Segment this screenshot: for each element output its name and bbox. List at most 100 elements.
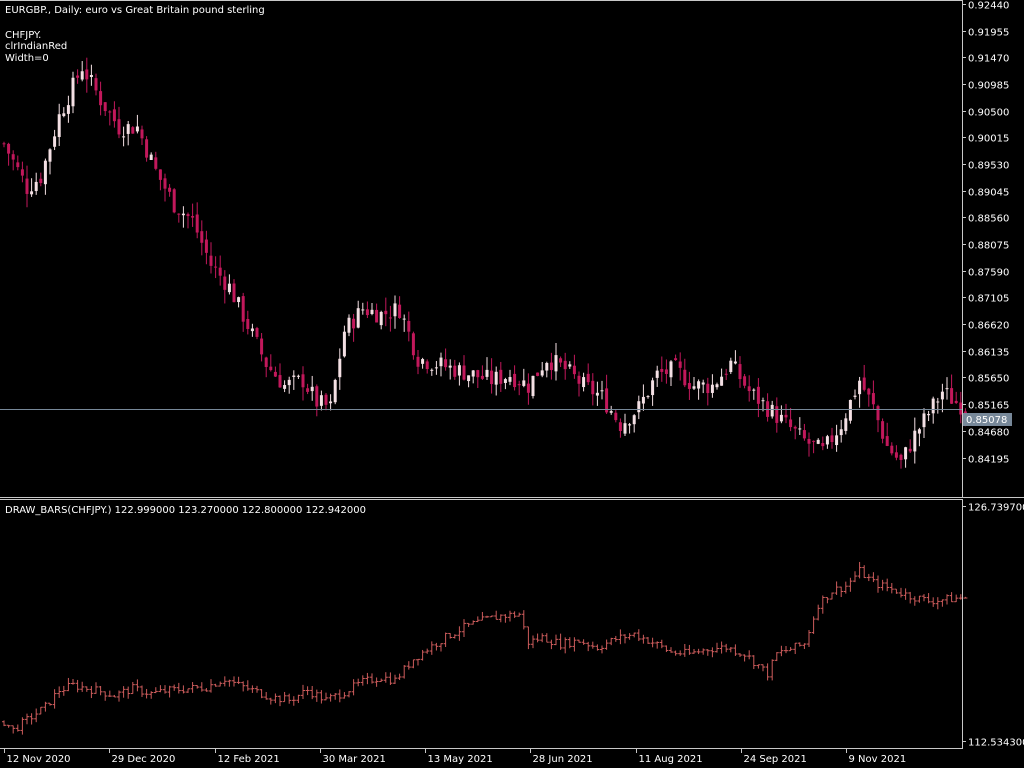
- candle-body: [614, 412, 618, 421]
- candle-body: [421, 359, 425, 364]
- candle-body: [43, 160, 47, 185]
- candle-body: [945, 388, 949, 390]
- candle-body: [126, 124, 130, 134]
- candle-body: [927, 414, 931, 416]
- candle-body: [710, 384, 714, 393]
- candle-body: [513, 373, 517, 388]
- candle-body: [623, 423, 627, 434]
- candle-body: [333, 379, 337, 403]
- candle-body: [743, 376, 747, 386]
- candle-body: [324, 394, 328, 405]
- candle-body: [20, 169, 24, 176]
- candle-body: [319, 395, 323, 406]
- candle-body: [191, 216, 195, 218]
- candle-body: [80, 71, 84, 80]
- candle-body: [646, 396, 650, 398]
- indicator-width-label: Width=0: [5, 53, 49, 64]
- candle-body: [637, 401, 641, 413]
- candle-body: [536, 372, 540, 376]
- price-tick-label: 0.89045: [968, 188, 1009, 199]
- candle-body: [582, 377, 586, 388]
- date-tick-label: 11 Aug 2021: [639, 754, 703, 765]
- candle-body: [411, 333, 415, 356]
- date-tick-label: 13 May 2021: [428, 754, 493, 765]
- candle-body: [103, 102, 107, 112]
- candle-body: [591, 380, 595, 395]
- candle-body: [894, 452, 898, 458]
- candle-body: [526, 383, 530, 393]
- candle-body: [462, 365, 466, 380]
- candle-body: [204, 239, 208, 253]
- indicator-tick-label: 126.739700: [968, 503, 1024, 514]
- candle-body: [273, 371, 277, 377]
- candle-body: [779, 414, 783, 422]
- candle-body: [554, 355, 558, 372]
- candle-body: [687, 382, 691, 389]
- candle-body: [517, 384, 521, 386]
- candle-body: [692, 386, 696, 389]
- candle-body: [278, 375, 282, 388]
- price-tick-label: 0.84195: [968, 455, 1009, 466]
- candle-body: [678, 361, 682, 368]
- candle-body: [407, 320, 411, 332]
- indicator-color-label: clrIndianRed: [5, 41, 67, 52]
- candle-body: [628, 424, 632, 426]
- candle-body: [890, 445, 894, 454]
- candle-body: [338, 358, 342, 378]
- candle-body: [508, 377, 512, 382]
- price-tick-label: 0.89530: [968, 161, 1009, 172]
- price-tick-label: 0.91955: [968, 28, 1009, 39]
- candle-body: [260, 338, 264, 355]
- candle-body: [715, 384, 719, 388]
- candle-body: [223, 276, 227, 290]
- candle-body: [959, 402, 963, 415]
- candle-body: [586, 373, 590, 383]
- candle-body: [292, 375, 296, 377]
- candle-body: [434, 367, 438, 369]
- candle-body: [306, 388, 310, 392]
- candle-body: [76, 75, 80, 78]
- candle-body: [775, 406, 779, 423]
- candle-body: [283, 385, 287, 389]
- candle-body: [738, 364, 742, 380]
- candle-body: [209, 255, 213, 266]
- candle-body: [830, 435, 834, 443]
- candle-body: [218, 267, 222, 276]
- candle-body: [163, 178, 167, 189]
- candle-body: [310, 386, 314, 392]
- candle-body: [733, 361, 737, 364]
- candle-body: [720, 376, 724, 386]
- candle-body: [168, 187, 172, 192]
- candle-body: [540, 370, 544, 376]
- indicator-header: DRAW_BARS(CHFJPY.) 122.999000 123.270000…: [5, 505, 366, 516]
- candle-body: [729, 360, 733, 373]
- candle-body: [11, 154, 15, 160]
- candle-body: [145, 139, 149, 158]
- candle-body: [825, 436, 829, 445]
- candle-body: [149, 154, 153, 161]
- price-tag: 0.85078: [963, 413, 1012, 426]
- candle-body: [172, 189, 176, 213]
- candle-body: [471, 370, 475, 377]
- price-tick-label: 0.87590: [968, 268, 1009, 279]
- date-tick-label: 12 Nov 2020: [7, 754, 71, 765]
- date-tick-label: 9 Nov 2021: [849, 754, 907, 765]
- candle-body: [71, 77, 75, 107]
- candle-body: [200, 231, 204, 243]
- candle-body: [264, 357, 268, 367]
- candle-body: [356, 308, 360, 328]
- candle-body: [108, 111, 112, 113]
- candle-body: [342, 331, 346, 357]
- candle-body: [563, 360, 567, 370]
- candle-body: [457, 365, 461, 376]
- candle-body: [531, 375, 535, 397]
- candle-body: [940, 391, 944, 400]
- date-tick-label: 12 Feb 2021: [218, 754, 280, 765]
- candle-body: [756, 386, 760, 404]
- candle-body: [908, 448, 912, 452]
- candle-body: [835, 435, 839, 446]
- candle-body: [384, 310, 388, 315]
- candle-body: [784, 414, 788, 418]
- candle-body: [844, 418, 848, 431]
- candle-body: [315, 386, 319, 407]
